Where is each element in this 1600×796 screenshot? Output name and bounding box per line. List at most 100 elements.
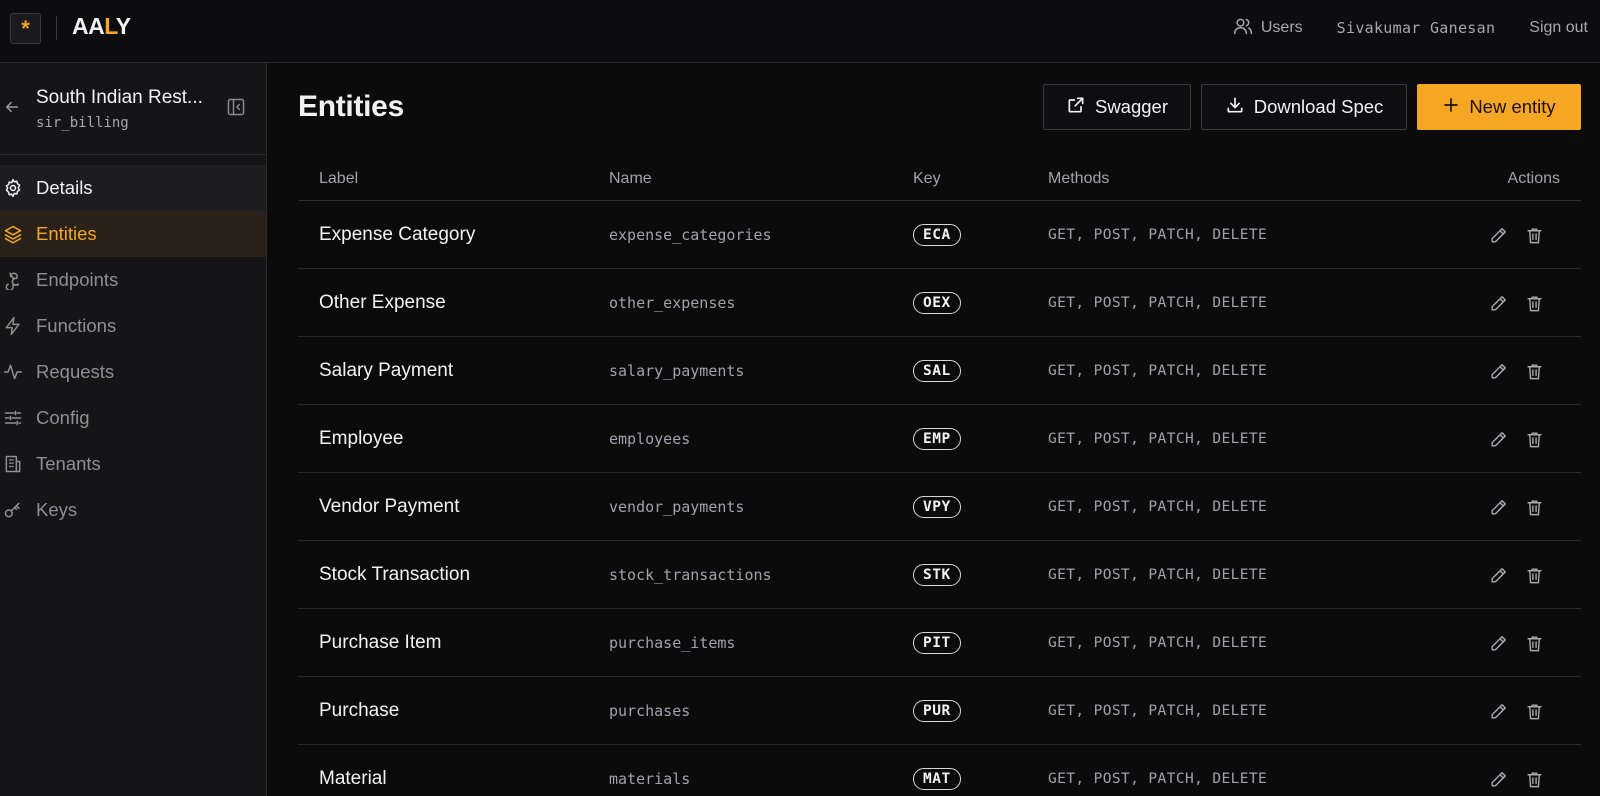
edit-pencil-icon[interactable] — [1488, 225, 1508, 245]
column-header-methods[interactable]: Methods — [1048, 170, 1109, 188]
table-row[interactable]: Purchase purchases PUR GET, POST, PATCH,… — [298, 677, 1581, 745]
entity-name: salary_payments — [609, 362, 745, 380]
entity-key-badge: PUR — [913, 700, 961, 722]
entity-key-badge: OEX — [913, 292, 961, 314]
project-name: South Indian Rest... — [36, 87, 203, 108]
entity-name: other_expenses — [609, 294, 736, 312]
sidebar-item-endpoints[interactable]: Endpoints — [0, 257, 266, 303]
delete-trash-icon[interactable] — [1524, 225, 1544, 245]
edit-pencil-icon[interactable] — [1488, 701, 1508, 721]
column-header-actions: Actions — [1507, 170, 1560, 187]
entity-key-cell: VPY — [913, 473, 961, 541]
edit-pencil-icon[interactable] — [1488, 769, 1508, 789]
delete-trash-icon[interactable] — [1524, 429, 1544, 449]
entity-key-cell: OEX — [913, 269, 961, 337]
sliders-icon — [3, 408, 23, 428]
sidebar-item-label: Requests — [36, 361, 115, 382]
entity-name: stock_transactions — [609, 566, 772, 584]
users-label: Users — [1260, 19, 1303, 36]
entity-name: purchases — [609, 702, 691, 720]
row-actions — [1488, 269, 1544, 337]
edit-pencil-icon[interactable] — [1488, 565, 1508, 585]
entity-label: Employee — [319, 428, 404, 449]
entity-label: Purchase — [319, 700, 400, 721]
delete-trash-icon[interactable] — [1524, 565, 1544, 585]
table-row[interactable]: Salary Payment salary_payments SAL GET, … — [298, 337, 1581, 405]
entity-methods: GET, POST, PATCH, DELETE — [1048, 431, 1268, 447]
external-link-icon — [1066, 95, 1086, 120]
table-row[interactable]: Employee employees EMP GET, POST, PATCH,… — [298, 405, 1581, 473]
building-icon — [3, 454, 23, 474]
entity-label: Other Expense — [319, 292, 446, 313]
delete-trash-icon[interactable] — [1524, 497, 1544, 517]
sidebar-item-requests[interactable]: Requests — [0, 349, 266, 395]
sidebar-item-config[interactable]: Config — [0, 395, 266, 441]
sidebar-item-label: Entities — [36, 223, 97, 244]
sidebar-collapse-icon[interactable] — [226, 97, 246, 122]
table-row[interactable]: Material materials MAT GET, POST, PATCH,… — [298, 745, 1581, 796]
entity-key-badge: STK — [913, 564, 961, 586]
sidebar-item-functions[interactable]: Functions — [0, 303, 266, 349]
sign-out-link[interactable]: Sign out — [1529, 19, 1588, 37]
entity-key-cell: SAL — [913, 337, 961, 405]
row-actions — [1488, 473, 1544, 541]
users-link[interactable]: Users — [1233, 16, 1303, 41]
sidebar-item-entities[interactable]: Entities — [0, 211, 266, 257]
delete-trash-icon[interactable] — [1524, 361, 1544, 381]
delete-trash-icon[interactable] — [1524, 633, 1544, 653]
swagger-button[interactable]: Swagger — [1043, 84, 1191, 130]
arrow-left-icon[interactable] — [3, 98, 21, 121]
table-row[interactable]: Vendor Payment vendor_payments VPY GET, … — [298, 473, 1581, 541]
delete-trash-icon[interactable] — [1524, 769, 1544, 789]
edit-pencil-icon[interactable] — [1488, 429, 1508, 449]
table-row[interactable]: Stock Transaction stock_transactions STK… — [298, 541, 1581, 609]
key-icon — [3, 500, 23, 520]
download-spec-button[interactable]: Download Spec — [1201, 84, 1407, 130]
row-actions — [1488, 201, 1544, 269]
table-row[interactable]: Other Expense other_expenses OEX GET, PO… — [298, 269, 1581, 337]
delete-trash-icon[interactable] — [1524, 701, 1544, 721]
row-actions — [1488, 541, 1544, 609]
brand-accent: L — [104, 13, 116, 39]
brand-wordmark[interactable]: AALY — [72, 13, 131, 40]
column-header-key[interactable]: Key — [913, 170, 941, 188]
project-header: South Indian Rest... sir_billing — [0, 63, 266, 155]
entity-methods: GET, POST, PATCH, DELETE — [1048, 771, 1268, 787]
new-entity-label: New entity — [1469, 96, 1556, 117]
brand-part: Y — [115, 13, 131, 39]
logo-icon[interactable]: * — [10, 13, 41, 44]
new-entity-button[interactable]: New entity — [1417, 84, 1581, 130]
column-header-label[interactable]: Label — [319, 170, 358, 188]
sidebar-item-keys[interactable]: Keys — [0, 487, 266, 533]
users-icon — [1233, 16, 1253, 41]
sidebar-item-details[interactable]: Details — [0, 165, 266, 211]
edit-pencil-icon[interactable] — [1488, 497, 1508, 517]
entity-label: Vendor Payment — [319, 496, 460, 517]
layers-icon — [3, 224, 23, 244]
entity-methods: GET, POST, PATCH, DELETE — [1048, 703, 1268, 719]
table-header: Label Name Key Methods Actions — [298, 154, 1581, 201]
entity-methods: GET, POST, PATCH, DELETE — [1048, 363, 1268, 379]
row-actions — [1488, 677, 1544, 745]
entity-key-cell: STK — [913, 541, 961, 609]
column-header-name[interactable]: Name — [609, 170, 652, 188]
sidebar-item-label: Config — [36, 407, 90, 428]
edit-pencil-icon[interactable] — [1488, 361, 1508, 381]
row-actions — [1488, 337, 1544, 405]
edit-pencil-icon[interactable] — [1488, 633, 1508, 653]
sidebar-item-label: Endpoints — [36, 269, 119, 290]
entity-methods: GET, POST, PATCH, DELETE — [1048, 567, 1268, 583]
entity-methods: GET, POST, PATCH, DELETE — [1048, 499, 1268, 515]
sidebar-item-label: Tenants — [36, 453, 101, 474]
entity-key-badge: VPY — [913, 496, 961, 518]
row-actions — [1488, 745, 1544, 796]
entity-key-cell: ECA — [913, 201, 961, 269]
edit-pencil-icon[interactable] — [1488, 293, 1508, 313]
entity-label: Salary Payment — [319, 360, 454, 381]
table-row[interactable]: Purchase Item purchase_items PIT GET, PO… — [298, 609, 1581, 677]
delete-trash-icon[interactable] — [1524, 293, 1544, 313]
entity-key-badge: ECA — [913, 224, 961, 246]
brand-part: AA — [72, 13, 105, 39]
table-row[interactable]: Expense Category expense_categories ECA … — [298, 201, 1581, 269]
sidebar-item-tenants[interactable]: Tenants — [0, 441, 266, 487]
